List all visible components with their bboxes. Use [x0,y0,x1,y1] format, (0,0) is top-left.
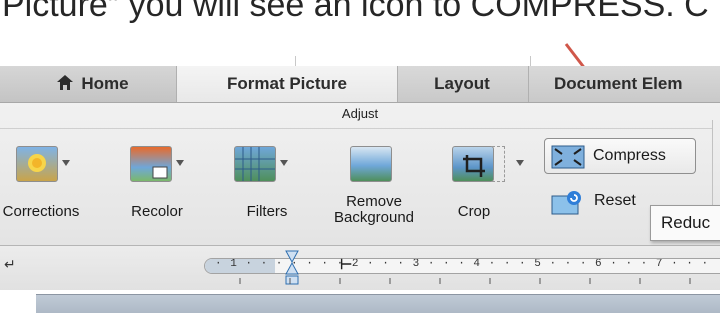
crop-icon[interactable] [452,146,494,182]
group-label-adjust: Adjust [341,106,379,121]
crop-label[interactable]: Crop [444,204,504,220]
document-area [36,294,720,313]
compress-icon [551,145,585,174]
ruler-ticks [239,278,691,284]
filters-icon[interactable] [234,146,276,182]
tab-layout-label: Layout [434,74,490,93]
corrections-icon[interactable] [16,146,58,182]
tab-format-picture-label: Format Picture [227,74,347,93]
recolor-icon[interactable] [130,146,172,182]
reset-button[interactable]: Reset [546,186,656,220]
tab-document-elements-label: Document Elem [554,74,683,93]
compress-button[interactable]: Compress [544,138,696,174]
corrections-label[interactable]: Corrections [0,204,82,220]
tab-home-label: Home [81,74,129,93]
remove-background-label[interactable]: Remove Background [326,194,422,226]
tab-format-picture[interactable]: Format Picture [176,66,398,102]
chevron-down-icon[interactable] [516,160,524,166]
tab-stop-icon[interactable]: ⊢ [340,256,352,273]
reset-icon [550,190,584,221]
caption-text: Picture” you will see an icon to COMPRES… [2,0,709,24]
remove-background-line1: Remove [346,193,402,210]
chevron-down-icon[interactable] [176,160,184,166]
divider [530,56,531,66]
reset-label: Reset [594,192,636,209]
ribbon-tab-bar: Home Format Picture Layout Document Elem [0,66,720,103]
compress-label: Compress [593,147,666,164]
tab-stop-selector-icon[interactable]: ↵ [4,256,16,273]
divider [0,128,712,129]
filters-label[interactable]: Filters [232,204,302,220]
tab-layout[interactable]: Layout [396,66,529,102]
tab-document-elements[interactable]: Document Elem [528,66,720,102]
tab-home[interactable]: Home [0,66,204,103]
horizontal-ruler[interactable]: · 1 · · · · · · · 2 · · · 3 · · · 4 · · … [204,258,720,274]
crop-divider [492,146,505,182]
divider [295,56,296,66]
chevron-down-icon[interactable] [62,160,70,166]
remove-background-icon[interactable] [350,146,392,182]
recolor-label[interactable]: Recolor [122,204,192,220]
remove-background-line2: Background [333,209,415,226]
house-icon [57,67,74,103]
tooltip: Reduc [650,205,720,241]
chevron-down-icon[interactable] [280,160,288,166]
indent-marker-icon[interactable] [285,250,299,291]
